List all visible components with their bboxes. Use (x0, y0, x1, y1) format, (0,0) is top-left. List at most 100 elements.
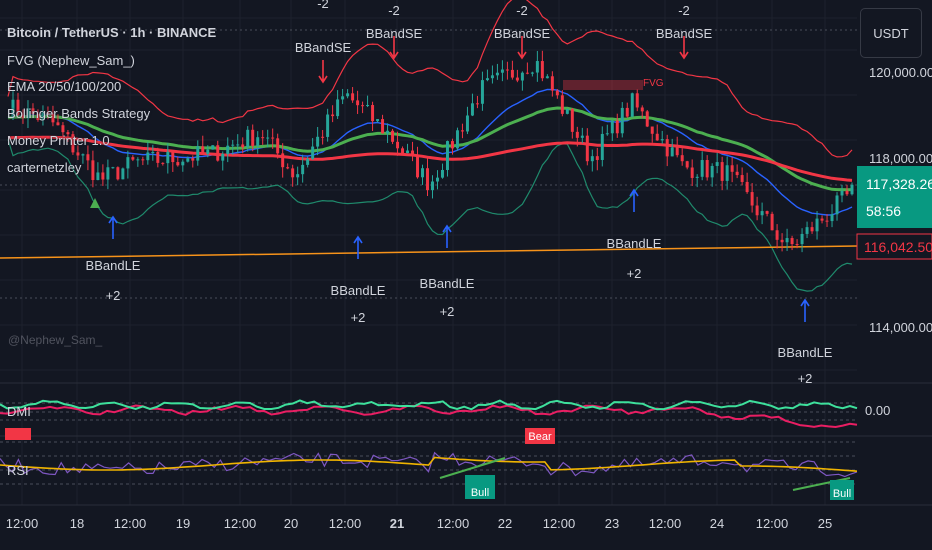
candle-body (426, 168, 429, 191)
signal-se-line1: -2 (678, 3, 690, 18)
candle-body (141, 159, 145, 161)
candle-body (226, 145, 230, 154)
candle-body (401, 148, 405, 154)
candle-body (585, 135, 589, 162)
candle-body (445, 141, 449, 170)
candle-body (500, 69, 504, 73)
candle-body (206, 149, 210, 154)
time-axis-label: 12:00 (6, 516, 39, 531)
candle-body (331, 114, 335, 117)
candle-body (106, 167, 110, 180)
candle-body (470, 103, 474, 116)
signal-se-line2: BBandSE (295, 40, 352, 55)
fvg-label: FVG (643, 78, 664, 89)
candle-body (610, 120, 614, 134)
candle-body (660, 139, 664, 141)
candle-body (416, 154, 420, 178)
rsi-label[interactable]: RSI (7, 463, 29, 478)
bear-tag-badge (5, 428, 31, 440)
candle-body (600, 133, 604, 160)
candle-body (236, 144, 240, 146)
legend-bollinger[interactable]: Bollinger Bands Strategy (7, 106, 150, 121)
candle-body (795, 244, 799, 246)
candle-body (810, 227, 814, 232)
candle-body (515, 77, 519, 81)
time-axis-label: 18 (70, 516, 84, 531)
candle-body (665, 139, 669, 157)
candle-body (111, 167, 115, 169)
time-axis-label: 23 (605, 516, 619, 531)
signal-le-line2: +2 (106, 288, 121, 303)
candle-body (750, 192, 754, 206)
candle-body (645, 111, 649, 127)
candle-body (640, 107, 644, 112)
candle-body (216, 145, 220, 161)
signal-le-line1: BBandLE (86, 258, 141, 273)
candle-body (376, 119, 380, 122)
legend-fvg[interactable]: FVG (Nephew_Sam_) (7, 53, 135, 68)
candle-body (510, 69, 514, 78)
candle-body (246, 129, 250, 148)
candle-body (91, 160, 95, 181)
candle-body (450, 141, 454, 149)
candle-body (590, 156, 594, 162)
candle-body (251, 129, 255, 146)
time-axis-label: 12:00 (437, 516, 470, 531)
author-watermark: @Nephew_Sam_ (8, 333, 103, 347)
candle-body (391, 130, 395, 142)
currency-button[interactable]: USDT (860, 8, 922, 58)
time-axis-label: 22 (498, 516, 512, 531)
candle-body (381, 119, 385, 134)
candle-body (680, 155, 684, 162)
candle-body (805, 227, 809, 234)
candle-body (406, 150, 410, 154)
candle-body (825, 220, 829, 222)
candle-body (535, 61, 539, 73)
price-tick: 118,000.00 (869, 151, 932, 166)
candle-body (840, 190, 844, 196)
candle-body (176, 162, 180, 166)
candle-body (411, 150, 415, 155)
candle-body (266, 137, 270, 139)
candle-body (595, 156, 599, 160)
candle-body (131, 157, 135, 160)
signal-le-line2: +2 (798, 371, 813, 386)
dmi-label[interactable]: DMI (7, 404, 31, 419)
time-axis-label: 21 (390, 516, 404, 531)
legend-carternetzley[interactable]: carternetzley (7, 160, 81, 175)
candle-body (201, 146, 205, 154)
candle-body (386, 130, 390, 134)
candle-body (540, 61, 544, 79)
candle-body (850, 184, 854, 195)
chart-canvas[interactable]: -2BBandSE-2BBandSE-2BBandSE-2BBandSEBBan… (0, 0, 932, 550)
candle-body (116, 167, 120, 180)
signal-se-line1: -2 (388, 3, 400, 18)
candle-body (316, 136, 320, 147)
time-axis-label: 12:00 (543, 516, 576, 531)
candle-body (770, 213, 774, 231)
candle-body (455, 130, 459, 149)
candle-body (436, 177, 439, 182)
bear-tag-label: Bear (528, 431, 552, 443)
candle-body (61, 125, 65, 133)
candle-body (221, 153, 225, 161)
candle-body (650, 126, 654, 134)
line-price-label: 116,042.50 (864, 239, 932, 255)
candle-body (475, 103, 479, 105)
signal-se-line1: -2 (317, 0, 329, 11)
candle-body (146, 152, 150, 161)
legend-money-printer[interactable]: Money Printer 1.0 (7, 133, 110, 148)
candle-body (440, 169, 444, 178)
candle-body (525, 72, 529, 74)
symbol-title[interactable]: Bitcoin / TetherUS · 1h · BINANCE (7, 25, 216, 40)
candle-body (520, 72, 524, 81)
dmi-value: 0.00 (865, 403, 890, 418)
candle-body (480, 80, 484, 104)
candle-body (311, 146, 315, 159)
price-tick: 120,000.00 (869, 65, 932, 80)
candle-body (296, 174, 300, 178)
candle-body (775, 230, 779, 240)
legend-ema[interactable]: EMA 20/50/100/200 (7, 79, 121, 94)
candle-body (845, 190, 849, 195)
candle-body (580, 135, 584, 138)
